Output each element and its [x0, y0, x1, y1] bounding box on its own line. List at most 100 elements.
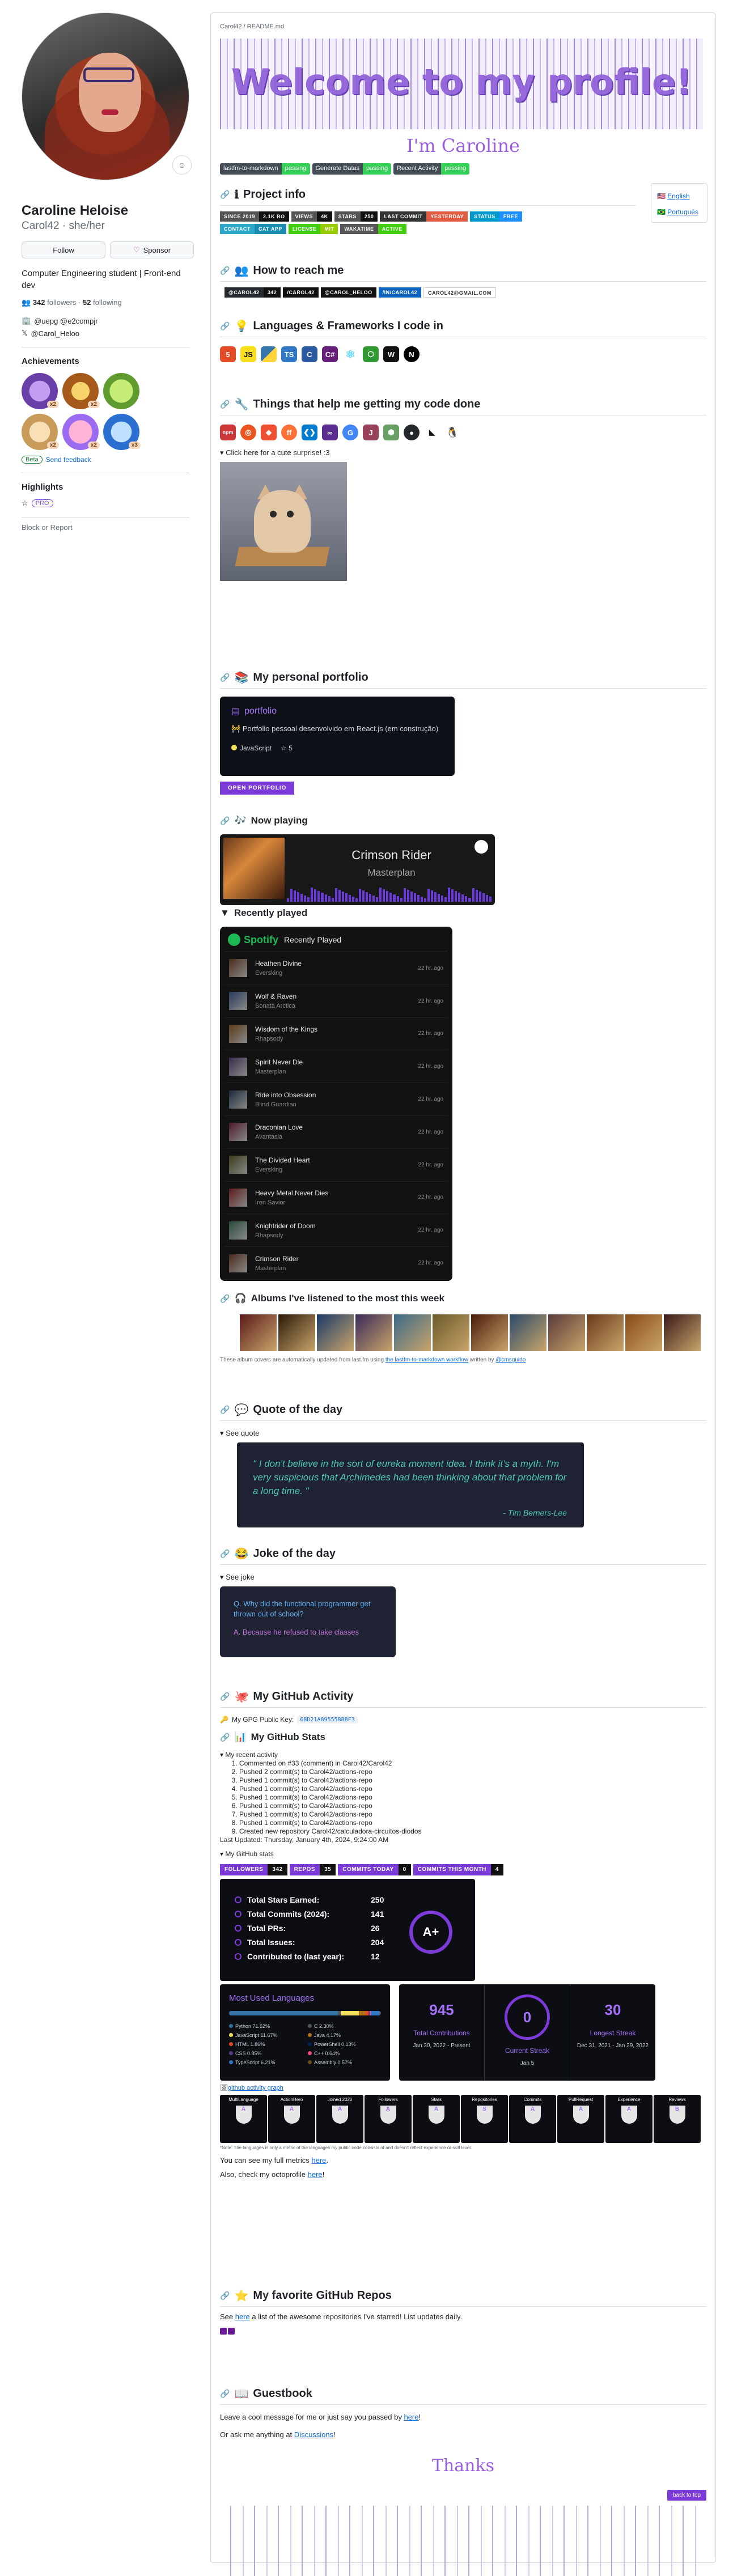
album-cover[interactable] [471, 1314, 508, 1351]
shield-wakatime[interactable]: WAKATIME ACTIVE [340, 224, 406, 234]
workflow-badge[interactable]: lastfm-to-markdown passing [220, 163, 310, 175]
stats-toggle[interactable]: ▾ My GitHub stats [220, 1850, 706, 1858]
triangle-icon[interactable]: ▼ [220, 907, 230, 919]
achievement-arctic-code-vault[interactable] [103, 373, 139, 409]
album-cover[interactable] [587, 1314, 624, 1351]
sponsor-button[interactable]: ♡ Sponsor [110, 241, 194, 258]
shield-license[interactable]: LICENSE MIT [288, 224, 338, 234]
set-status-icon[interactable]: ☺ [172, 155, 192, 175]
activity-item[interactable]: Pushed 1 commit(s) to Carol42/actions-re… [239, 1819, 706, 1827]
track-row[interactable]: Spirit Never Die Masterplan 22 hr. ago [224, 1050, 448, 1084]
album-cover[interactable] [664, 1314, 701, 1351]
link-icon[interactable]: 🔗 [220, 2389, 230, 2399]
activity-item[interactable]: Pushed 1 commit(s) to Carol42/actions-re… [239, 1776, 706, 1785]
lang-english[interactable]: 🇺🇸 English [657, 188, 701, 204]
track-row[interactable]: Draconian Love Avantasia 22 hr. ago [224, 1116, 448, 1149]
gpg-key-link[interactable]: 6BD21A89555BBBF3 [297, 1716, 358, 1724]
trophy-card[interactable]: Experience A [605, 2095, 653, 2143]
achievement-yolo[interactable]: x2 [62, 414, 100, 450]
shield-commits-today[interactable]: COMMITS TODAY 0 [338, 1864, 411, 1875]
shield-followers[interactable]: FOLLOWERS 342 [220, 1864, 287, 1875]
follow-button[interactable]: Follow [22, 241, 105, 258]
workflow-badge[interactable]: Generate Datas passing [312, 163, 392, 175]
avatar[interactable] [22, 12, 189, 180]
shield-status[interactable]: STATUS FREE [470, 211, 522, 222]
send-feedback-link[interactable]: Send feedback [46, 456, 91, 464]
album-cover[interactable] [548, 1314, 585, 1351]
workflow-badge[interactable]: Recent Activity passing [393, 163, 470, 175]
see-joke-toggle[interactable]: ▾ See joke [220, 1573, 706, 1582]
shield-contact[interactable]: CONTACT CAT APP [220, 224, 286, 234]
achievement-quickdraw[interactable]: x2 [22, 414, 59, 450]
trophy-card[interactable]: Stars A [413, 2095, 460, 2143]
trophy-card[interactable]: PullRequest A [557, 2095, 604, 2143]
track-row[interactable]: Ride into Obsession Blind Guardian 22 hr. … [224, 1083, 448, 1116]
link-icon[interactable]: 🔗 [220, 1405, 230, 1415]
shield-commits-month[interactable]: COMMITS THIS MONTH 4 [413, 1864, 503, 1875]
twitter-text[interactable]: @Carol_Heloo [31, 329, 79, 338]
trophy-card[interactable]: ActionHero A [268, 2095, 315, 2143]
link-icon[interactable]: 🔗 [220, 2291, 230, 2301]
followers-link[interactable]: 342 followers [33, 298, 77, 307]
starred-repos-link[interactable]: here [235, 2312, 250, 2321]
trophy-card[interactable]: Commits A [509, 2095, 556, 2143]
achievement-pull-shark[interactable]: x2 [62, 373, 100, 409]
activity-item[interactable]: Pushed 1 commit(s) to Carol42/actions-re… [239, 1793, 706, 1802]
track-row[interactable]: Knightrider of Doom Rhapsody 22 hr. ago [224, 1214, 448, 1247]
shield-views[interactable]: VIEWS 4K [291, 211, 332, 222]
shield-last-commit[interactable]: LAST COMMIT YESTERDAY [380, 211, 468, 222]
now-playing-card[interactable]: Crimson Rider Masterplan [220, 834, 495, 905]
link-icon[interactable]: 🔗 [220, 1733, 230, 1742]
activity-item[interactable]: Pushed 1 commit(s) to Carol42/actions-re… [239, 1785, 706, 1793]
cat-surprise-toggle[interactable]: ▾ Click here for a cute surprise! :3 [220, 448, 706, 457]
shield-repos[interactable]: REPOS 35 [289, 1864, 336, 1875]
trophy-card[interactable]: MultiLanguage A [220, 2095, 267, 2143]
link-icon[interactable]: 🔗 [220, 400, 230, 409]
shield-github-profile[interactable]: /CAROL42 [283, 287, 319, 298]
track-row[interactable]: Wolf & Raven Sonata Arctica 22 hr. ago [224, 985, 448, 1018]
portfolio-repo-card[interactable]: ▤ portfolio 🚧 Portfolio pessoal desenvolv… [220, 697, 455, 776]
back-to-top-button[interactable]: back to top [667, 2490, 706, 2501]
breadcrumb[interactable]: Carol42 / README.md [220, 23, 284, 30]
link-icon[interactable]: 🔗 [220, 816, 230, 826]
album-cover[interactable] [317, 1314, 354, 1351]
album-cover[interactable] [394, 1314, 431, 1351]
track-row[interactable]: Heavy Metal Never Dies Iron Savior 22 hr. … [224, 1182, 448, 1215]
open-portfolio-button[interactable]: OPEN PORTFOLIO [220, 782, 295, 795]
album-cover[interactable] [278, 1314, 315, 1351]
author-link[interactable]: @cmsguido [495, 1357, 526, 1363]
discussions-link[interactable]: Discussions [294, 2430, 333, 2439]
activity-item[interactable]: Pushed 1 commit(s) to Carol42/actions-re… [239, 1810, 706, 1819]
album-cover[interactable] [240, 1314, 277, 1351]
link-icon[interactable]: 🔗 [220, 673, 230, 682]
activity-item[interactable]: Commented on #33 (comment) in Carol42/Ca… [239, 1759, 706, 1768]
link-icon[interactable]: 🔗 [220, 321, 230, 331]
following-link[interactable]: 52 following [83, 298, 122, 307]
metrics-link[interactable]: here [311, 2156, 326, 2165]
trophy-card[interactable]: Repositories S [461, 2095, 508, 2143]
activity-item[interactable]: Created new repository Carol42/calculado… [239, 1827, 706, 1836]
octoprofile-link[interactable]: here [308, 2170, 323, 2179]
link-icon[interactable]: 🔗 [220, 266, 230, 275]
block-report-link[interactable]: Block or Report [22, 523, 194, 532]
track-row[interactable]: Wisdom of the Kings Rhapsody 22 hr. ago [224, 1018, 448, 1051]
shield-gmail[interactable]: CAROL42@GMAIL.COM [423, 287, 496, 298]
see-quote-toggle[interactable]: ▾ See quote [220, 1429, 706, 1438]
workflow-link[interactable]: the lastfm-to-markdown workflow [385, 1357, 468, 1363]
album-cover[interactable] [433, 1314, 469, 1351]
album-cover[interactable] [510, 1314, 546, 1351]
company-text[interactable]: @uepg @e2compjr [34, 317, 98, 325]
activity-item[interactable]: Pushed 2 commit(s) to Carol42/actions-re… [239, 1768, 706, 1776]
achievement-galaxy-brain[interactable]: x2 [22, 373, 59, 409]
trophy-card[interactable]: Reviews B [654, 2095, 701, 2143]
trophy-card[interactable]: Followers A [365, 2095, 412, 2143]
repo-chip[interactable] [228, 2328, 235, 2335]
guestbook-link[interactable]: here [404, 2413, 418, 2421]
shield-github[interactable]: @CAROL42 342 [224, 287, 281, 298]
shield-stars[interactable]: STARS 250 [334, 211, 378, 222]
activity-graph-image[interactable]: 🖼github activity graph [220, 2084, 706, 2091]
link-icon[interactable]: 🔗 [220, 1692, 230, 1701]
album-cover[interactable] [625, 1314, 662, 1351]
lang-portuguese[interactable]: 🇧🇷 Português [657, 204, 701, 220]
album-cover[interactable] [355, 1314, 392, 1351]
